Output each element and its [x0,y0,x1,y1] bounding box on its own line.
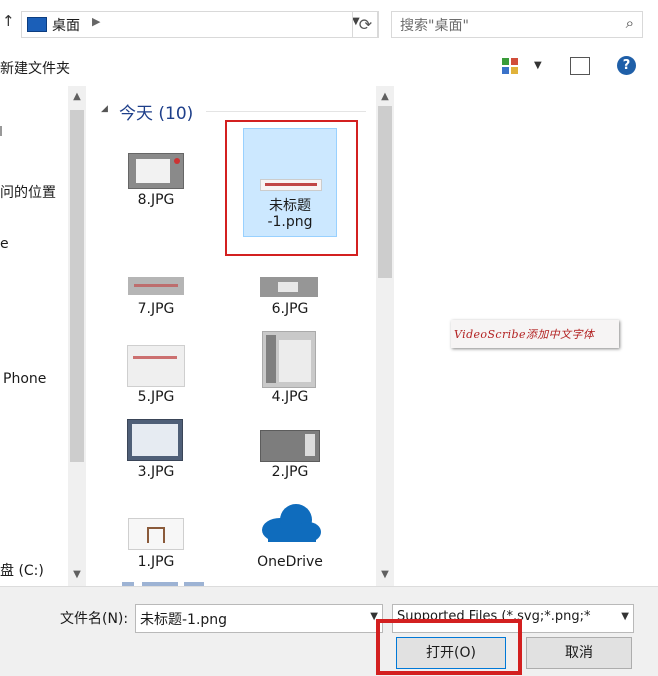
view-options-icon[interactable] [502,58,520,74]
file-item-8[interactable]: 8.JPG [116,146,196,216]
new-folder-button[interactable]: 新建文件夹 [0,58,70,78]
group-divider [206,111,366,112]
preview-pane-icon[interactable] [570,57,590,75]
image-thumbnail [260,179,322,191]
file-list-pane: ◢ 今天 (10) 8.JPG 未标题 -1.png 7.JPG 6.JPG 5… [88,86,398,586]
group-header[interactable]: 今天 (10) [119,99,193,124]
group-collapse-icon[interactable]: ◢ [101,104,108,114]
file-name: 6.JPG [271,301,309,317]
help-icon[interactable]: ? [617,56,636,75]
view-dropdown-chevron-icon[interactable]: ▼ [534,60,542,71]
file-name: 4.JPG [271,389,309,405]
file-name: 8.JPG [137,192,175,208]
address-location: 桌面 [52,18,80,34]
onedrive-cloud-icon [262,504,321,542]
file-item-untitled[interactable]: 未标题 -1.png [243,128,337,237]
file-item-7[interactable]: 7.JPG [116,271,196,321]
file-name-line1: 未标题 [269,198,311,214]
file-item-6[interactable]: 6.JPG [250,271,330,321]
nav-item-recent[interactable]: 问的位置 [0,182,56,202]
file-item-1[interactable]: 1.JPG [116,514,196,574]
nav-item-onedrive[interactable]: e [0,236,9,252]
scroll-down-icon[interactable]: ▼ [70,568,84,582]
filename-value[interactable]: 未标题-1.png [140,609,227,629]
nav-scroll-thumb[interactable] [70,110,84,462]
address-bar[interactable]: 桌面 ▶ ▼ [21,11,378,38]
nav-scrollbar[interactable]: ▲ ▼ [68,86,86,586]
nav-item-phone[interactable]: Phone [3,371,46,387]
filetype-dropdown-icon[interactable]: ▼ [619,611,629,622]
preview-pane: VideoScribe添加中文字体 [398,86,658,586]
file-name: 2.JPG [271,464,309,480]
file-item-2[interactable]: 2.JPG [250,426,330,486]
scroll-down-icon[interactable]: ▼ [378,568,392,582]
filename-input[interactable]: 未标题-1.png ▼ [135,604,383,633]
file-name: 5.JPG [137,389,175,405]
chevron-right-icon[interactable]: ▶ [92,15,100,28]
search-icon[interactable]: ⌕ [626,14,634,32]
search-input[interactable]: 搜索"桌面" [400,15,469,35]
preview-image-text: VideoScribe添加中文字体 [454,328,595,341]
file-item-3[interactable]: 3.JPG [116,416,196,486]
file-item-5[interactable]: 5.JPG [116,341,196,411]
image-thumbnail [127,419,183,461]
file-name: 3.JPG [137,464,175,480]
open-button[interactable]: 打开(O) [396,637,506,669]
address-row: ↑ 桌面 ▶ ▼ ⟳ 搜索"桌面" ⌕ [0,0,658,48]
file-item-onedrive[interactable]: OneDrive [243,498,337,578]
image-thumbnail [128,153,184,189]
image-thumbnail [127,345,185,387]
up-arrow-icon[interactable]: ↑ [2,12,16,32]
bottom-bar: 文件名(N): 未标题-1.png ▼ Supported Files (*.s… [0,586,658,676]
file-scrollbar[interactable]: ▲ ▼ [376,86,394,586]
file-name: 1.JPG [137,554,175,570]
file-item-4[interactable]: 4.JPG [250,328,330,411]
filename-label: 文件名(N): [60,611,129,627]
image-thumbnail [128,518,184,550]
preview-image: VideoScribe添加中文字体 [451,320,619,348]
image-thumbnail [128,277,184,295]
refresh-icon[interactable]: ⟳ [352,11,379,38]
file-name: 7.JPG [137,301,175,317]
file-scroll-thumb[interactable] [378,106,392,278]
cancel-button[interactable]: 取消 [526,637,632,669]
desktop-icon [27,17,47,32]
image-thumbnail [260,277,318,297]
nav-item-drive-c[interactable]: 盘 (C:) [0,560,44,580]
nav-tick [0,126,2,136]
cancel-button-label: 取消 [565,645,593,661]
scroll-up-icon[interactable]: ▲ [378,90,392,104]
toolbar: 新建文件夹 ▼ ? [0,48,658,87]
image-thumbnail [260,430,320,462]
file-name: OneDrive [257,554,323,570]
open-button-label: 打开(O) [426,645,476,661]
navigation-pane: 问的位置 e Phone 盘 (C:) ▲ ▼ [0,86,88,586]
file-name-line2: -1.png [267,214,313,230]
scroll-up-icon[interactable]: ▲ [70,90,84,104]
image-thumbnail [262,331,316,388]
search-box[interactable]: 搜索"桌面" ⌕ [391,11,643,38]
